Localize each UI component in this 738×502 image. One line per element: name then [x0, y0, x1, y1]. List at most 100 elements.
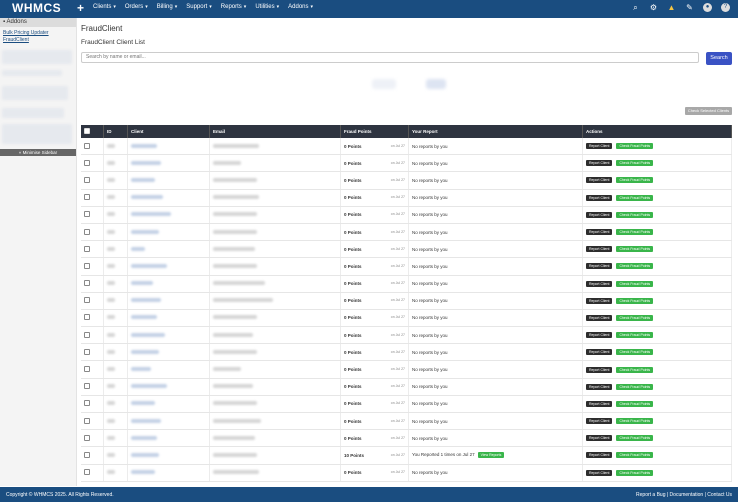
row-client[interactable] — [127, 326, 210, 345]
row-checkbox[interactable] — [84, 280, 90, 287]
report-client-button[interactable]: Report Client — [586, 280, 613, 287]
report-client-button[interactable]: Report Client — [586, 297, 613, 304]
check-fraud-points-button[interactable]: Check Fraud Points — [616, 297, 654, 304]
row-checkbox[interactable] — [84, 469, 90, 476]
help-icon[interactable]: ? — [721, 3, 730, 12]
report-client-button[interactable]: Report Client — [586, 314, 613, 321]
row-client[interactable] — [127, 446, 210, 465]
report-client-button[interactable]: Report Client — [586, 469, 613, 476]
row-client[interactable] — [127, 429, 210, 448]
report-client-button[interactable]: Report Client — [586, 332, 613, 339]
row-client[interactable] — [127, 138, 210, 156]
row-checkbox[interactable] — [84, 417, 90, 424]
warning-icon[interactable]: ▲ — [667, 3, 676, 12]
check-fraud-points-button[interactable]: Check Fraud Points — [616, 246, 654, 253]
check-fraud-points-button[interactable]: Check Fraud Points — [616, 177, 654, 184]
report-client-button[interactable]: Report Client — [586, 452, 613, 459]
check-fraud-points-button[interactable]: Check Fraud Points — [616, 314, 654, 321]
row-client[interactable] — [127, 171, 210, 190]
row-checkbox[interactable] — [84, 245, 90, 252]
row-checkbox[interactable] — [84, 194, 90, 201]
report-client-button[interactable]: Report Client — [586, 418, 613, 425]
row-checkbox[interactable] — [84, 262, 90, 269]
row-checkbox[interactable] — [84, 142, 90, 149]
minimise-sidebar-button[interactable]: « Minimise Sidebar — [0, 149, 76, 156]
report-client-button[interactable]: Report Client — [586, 383, 613, 390]
row-checkbox[interactable] — [84, 211, 90, 218]
report-client-button[interactable]: Report Client — [586, 263, 613, 270]
sidebar-link-fraudclient[interactable]: FraudClient — [0, 37, 76, 44]
report-client-button[interactable]: Report Client — [586, 177, 613, 184]
row-client[interactable] — [127, 292, 210, 310]
menu-billing[interactable]: Billing ▾ — [157, 4, 178, 10]
report-client-button[interactable]: Report Client — [586, 160, 613, 167]
row-checkbox[interactable] — [84, 451, 90, 458]
check-fraud-points-button[interactable]: Check Fraud Points — [616, 418, 654, 425]
quick-add-button[interactable]: + — [77, 1, 84, 15]
check-fraud-points-button[interactable]: Check Fraud Points — [616, 452, 654, 459]
gear-icon[interactable]: ⚙ — [649, 3, 658, 12]
row-checkbox[interactable] — [84, 159, 90, 166]
search-button[interactable]: Search — [706, 52, 732, 65]
row-checkbox[interactable] — [84, 297, 90, 304]
header-id[interactable]: ID — [103, 125, 128, 138]
check-fraud-points-button[interactable]: Check Fraud Points — [616, 435, 654, 442]
check-fraud-points-button[interactable]: Check Fraud Points — [616, 400, 654, 407]
menu-reports[interactable]: Reports ▾ — [221, 4, 247, 10]
report-client-button[interactable]: Report Client — [586, 366, 613, 373]
row-checkbox[interactable] — [84, 383, 90, 390]
row-checkbox[interactable] — [84, 331, 90, 338]
menu-support[interactable]: Support ▾ — [186, 4, 212, 10]
row-client[interactable] — [127, 189, 210, 207]
check-fraud-points-button[interactable]: Check Fraud Points — [616, 349, 654, 356]
report-client-button[interactable]: Report Client — [586, 435, 613, 442]
row-checkbox[interactable] — [84, 400, 90, 407]
report-client-button[interactable]: Report Client — [586, 246, 613, 253]
menu-utilities[interactable]: Utilities ▾ — [255, 4, 279, 10]
report-client-button[interactable]: Report Client — [586, 229, 613, 236]
report-client-button[interactable]: Report Client — [586, 143, 613, 150]
row-client[interactable] — [127, 223, 210, 242]
row-client[interactable] — [127, 275, 210, 293]
check-selected-clients-button[interactable]: Check Selected Clients — [685, 107, 732, 115]
search-icon[interactable]: ⌕ — [631, 3, 640, 12]
row-client[interactable] — [127, 464, 210, 482]
row-checkbox[interactable] — [84, 314, 90, 321]
header-actions[interactable]: Actions — [582, 125, 732, 138]
header-email[interactable]: Email — [209, 125, 341, 138]
row-client[interactable] — [127, 257, 210, 276]
row-client[interactable] — [127, 154, 210, 173]
row-client[interactable] — [127, 240, 210, 259]
report-client-button[interactable]: Report Client — [586, 194, 613, 201]
check-fraud-points-button[interactable]: Check Fraud Points — [616, 366, 654, 373]
search-input[interactable] — [81, 52, 699, 63]
check-fraud-points-button[interactable]: Check Fraud Points — [616, 160, 654, 167]
sidebar-addons-header[interactable]: ▪ Addons — [0, 18, 76, 27]
row-checkbox[interactable] — [84, 228, 90, 235]
check-fraud-points-button[interactable]: Check Fraud Points — [616, 194, 654, 201]
row-client[interactable] — [127, 378, 210, 396]
row-checkbox[interactable] — [84, 366, 90, 373]
menu-clients[interactable]: Clients ▾ — [93, 4, 116, 10]
menu-addons[interactable]: Addons ▾ — [288, 4, 313, 10]
row-client[interactable] — [127, 395, 210, 414]
footer-links[interactable]: Report a Bug | Documentation | Contact U… — [636, 492, 732, 498]
report-client-button[interactable]: Report Client — [586, 211, 613, 218]
header-client[interactable]: Client — [127, 125, 210, 138]
sidebar-link-bulk-pricing[interactable]: Bulk Pricing Updater — [0, 30, 76, 37]
check-fraud-points-button[interactable]: Check Fraud Points — [616, 263, 654, 270]
whmcs-logo[interactable]: WHMCS — [12, 1, 61, 15]
report-client-button[interactable]: Report Client — [586, 400, 613, 407]
view-reports-button[interactable]: View Reports — [477, 452, 505, 459]
check-fraud-points-button[interactable]: Check Fraud Points — [616, 143, 654, 150]
report-client-button[interactable]: Report Client — [586, 349, 613, 356]
header-fraud-points[interactable]: Fraud Points — [340, 125, 409, 138]
row-checkbox[interactable] — [84, 434, 90, 441]
header-your-report[interactable]: Your Report — [408, 125, 583, 138]
check-fraud-points-button[interactable]: Check Fraud Points — [616, 383, 654, 390]
check-fraud-points-button[interactable]: Check Fraud Points — [616, 332, 654, 339]
check-fraud-points-button[interactable]: Check Fraud Points — [616, 211, 654, 218]
select-all-checkbox[interactable] — [84, 128, 90, 134]
row-client[interactable] — [127, 360, 210, 379]
menu-orders[interactable]: Orders ▾ — [125, 4, 148, 10]
